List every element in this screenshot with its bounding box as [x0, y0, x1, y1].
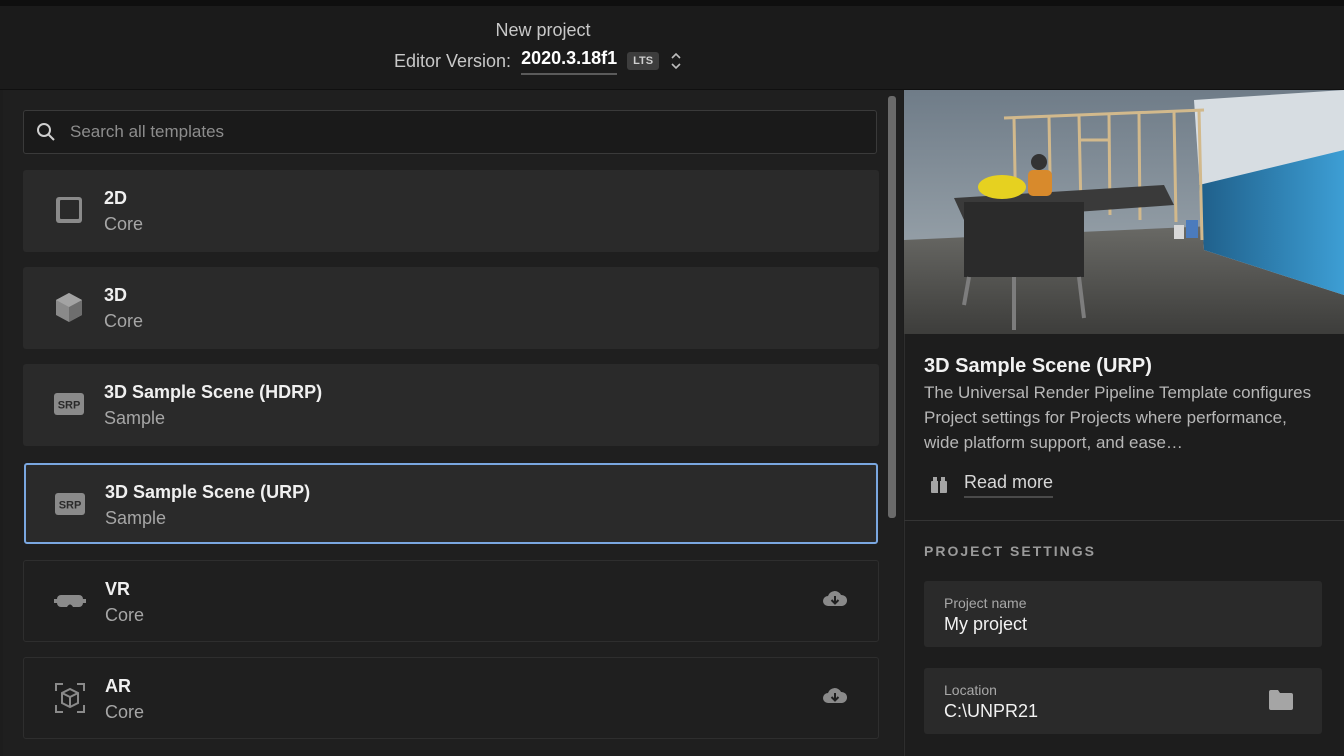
template-card-urp[interactable]: SRP 3D Sample Scene (URP) Sample — [24, 463, 878, 544]
location-label: Location — [944, 682, 997, 698]
read-more-link[interactable]: Read more — [930, 472, 1054, 498]
editor-version-row: Editor Version: 2020.3.18f1 LTS — [394, 48, 683, 75]
version-stepper-icon[interactable] — [669, 50, 683, 72]
ar-cube-icon — [54, 682, 86, 714]
section-divider — [904, 520, 1344, 521]
template-name: 2D — [104, 188, 128, 208]
cube-icon — [53, 291, 85, 323]
search-icon — [37, 123, 55, 141]
svg-text:SRP: SRP — [58, 400, 81, 412]
template-category: Core — [104, 214, 144, 234]
location-field[interactable]: Location C:\UNPR21 — [924, 668, 1322, 734]
template-name: VR — [105, 579, 131, 599]
template-name: 3D Sample Scene (URP) — [105, 482, 311, 502]
srp-icon: SRP — [54, 488, 86, 520]
template-category: Sample — [104, 408, 166, 428]
template-card-ar[interactable]: AR Core — [23, 657, 879, 739]
template-name: AR — [105, 676, 131, 696]
vr-headset-icon — [54, 585, 86, 617]
project-name-label: Project name — [944, 595, 1027, 611]
template-search-box — [23, 110, 877, 154]
editor-version-label: Editor Version: — [394, 50, 512, 71]
template-card-2d[interactable]: 2D Core — [23, 170, 879, 252]
location-value[interactable]: C:\UNPR21 — [944, 701, 1038, 722]
package-icon — [931, 477, 947, 493]
selected-template-description: The Universal Render Pipeline Template c… — [924, 383, 1312, 452]
template-category: Core — [105, 605, 145, 625]
lts-badge: LTS — [627, 52, 660, 70]
cloud-download-icon[interactable] — [822, 686, 848, 706]
page-title: New project — [495, 20, 591, 40]
template-preview-image — [904, 90, 1344, 334]
srp-icon: SRP — [53, 388, 85, 420]
template-category: Core — [105, 702, 145, 722]
template-card-vr[interactable]: VR Core — [23, 560, 879, 642]
header-bar: New project Editor Version: 2020.3.18f1 … — [0, 6, 1344, 90]
read-more-label[interactable]: Read more — [964, 472, 1054, 498]
project-settings-heading: PROJECT SETTINGS — [924, 543, 1097, 559]
project-name-field[interactable]: Project name My project — [924, 581, 1322, 647]
template-category: Sample — [105, 508, 167, 528]
template-name: 3D Sample Scene (HDRP) — [104, 382, 323, 402]
search-input[interactable] — [68, 121, 852, 143]
folder-icon[interactable] — [1268, 689, 1294, 711]
template-category: Core — [104, 311, 144, 331]
template-card-hdrp[interactable]: SRP 3D Sample Scene (HDRP) Sample — [23, 364, 879, 446]
square-2d-icon — [53, 194, 85, 226]
template-card-3d[interactable]: 3D Core — [23, 267, 879, 349]
template-list-scrollbar[interactable] — [888, 96, 896, 518]
svg-text:SRP: SRP — [59, 500, 82, 512]
project-name-value[interactable]: My project — [944, 614, 1027, 635]
cloud-download-icon[interactable] — [822, 589, 848, 609]
template-name: 3D — [104, 285, 128, 305]
selected-template-title: 3D Sample Scene (URP) — [924, 355, 1152, 377]
editor-version-selector[interactable]: 2020.3.18f1 — [521, 48, 618, 75]
